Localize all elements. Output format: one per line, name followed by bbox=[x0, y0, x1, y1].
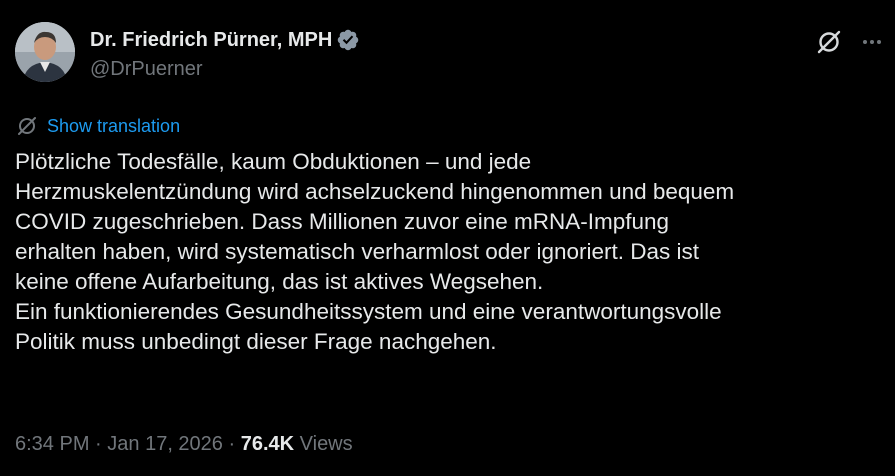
meta-separator: · bbox=[89, 433, 108, 455]
show-translation-link[interactable]: Show translation bbox=[15, 114, 180, 138]
tweet-text-line: Ein funktionierendes Gesundheitssystem u… bbox=[15, 299, 722, 324]
author-handle[interactable]: @DrPuerner bbox=[90, 58, 203, 81]
more-options-button[interactable] bbox=[858, 28, 886, 56]
show-translation-label[interactable]: Show translation bbox=[47, 116, 180, 137]
tweet-text-line: Plötzliche Todesfälle, kaum Obduktionen … bbox=[15, 149, 532, 174]
translate-icon bbox=[18, 117, 36, 135]
more-horizontal-icon bbox=[863, 40, 881, 44]
tweet-time[interactable]: 6:34 PM bbox=[15, 433, 89, 455]
person-avatar-icon bbox=[15, 22, 75, 82]
verified-badge-icon bbox=[338, 29, 359, 51]
grok-icon bbox=[817, 30, 841, 54]
tweet-text: Plötzliche Todesfälle, kaum Obduktionen … bbox=[15, 147, 887, 357]
tweet-text-line: Herzmuskelentzündung wird achselzuckend … bbox=[15, 179, 735, 204]
tweet-text-line: keine offene Aufarbeitung, das ist aktiv… bbox=[15, 269, 544, 294]
tweet-text-line: Politik muss unbedingt dieser Frage nach… bbox=[15, 329, 497, 354]
author-name-row[interactable]: Dr. Friedrich Pürner, MPH bbox=[90, 28, 360, 52]
tweet-meta: 6:34 PM · Jan 17, 2026 · 76.4K Views bbox=[15, 433, 353, 456]
tweet-text-line: erhalten haben, wird systematisch verhar… bbox=[15, 239, 700, 264]
tweet-date[interactable]: Jan 17, 2026 bbox=[107, 433, 223, 455]
views-count[interactable]: 76.4K bbox=[241, 433, 294, 455]
author-display-name[interactable]: Dr. Friedrich Pürner, MPH bbox=[90, 29, 332, 52]
views-label: Views bbox=[299, 433, 353, 455]
author-avatar[interactable] bbox=[15, 22, 75, 82]
meta-separator: · bbox=[222, 433, 241, 455]
tweet-text-line: COVID zugeschrieben. Dass Millionen zuvo… bbox=[15, 209, 670, 234]
grok-button[interactable] bbox=[815, 28, 843, 56]
